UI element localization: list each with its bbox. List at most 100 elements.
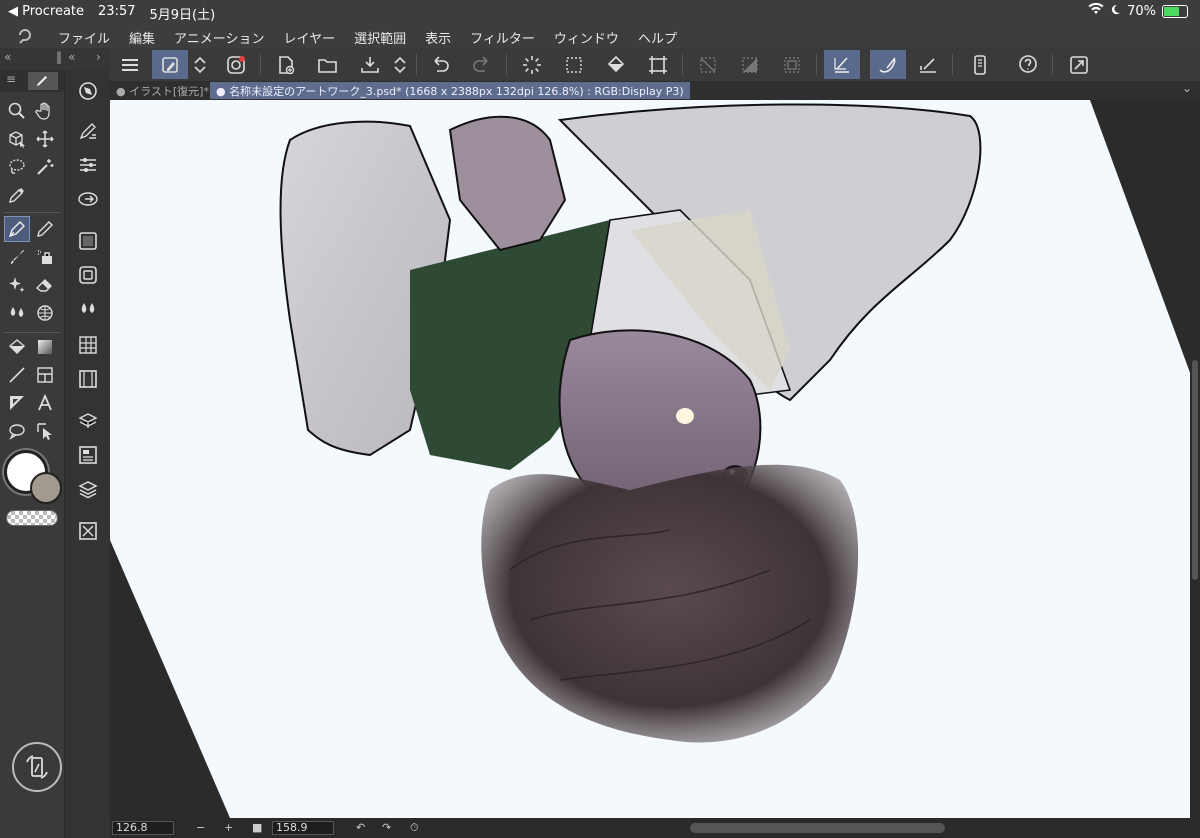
art-nose-highlight (676, 408, 694, 424)
canvas-area[interactable] (110, 100, 1200, 818)
pen-stabilizer-button[interactable] (824, 50, 860, 79)
pencil-tool[interactable] (32, 216, 58, 242)
menu-help[interactable]: ヘルプ (638, 28, 677, 47)
clear-selection-button[interactable] (556, 50, 592, 79)
eraser-tool[interactable] (32, 272, 58, 298)
menu-filter[interactable]: フィルター (470, 28, 535, 47)
eyedropper-tool[interactable] (4, 182, 30, 208)
rotate-canvas-button[interactable] (12, 742, 62, 792)
edit-mode-button[interactable] (152, 50, 188, 79)
move-tool[interactable] (32, 126, 58, 152)
artwork-canvas[interactable] (110, 100, 1200, 818)
new-file-button[interactable] (268, 50, 304, 79)
invert-selection-button[interactable] (732, 50, 768, 79)
magic-wand-tool[interactable] (32, 154, 58, 180)
object-tool[interactable] (4, 126, 30, 152)
fill-button[interactable] (598, 50, 634, 79)
menu-edit[interactable]: 編集 (129, 28, 155, 47)
reset-rotation-icon[interactable]: ⏱ (410, 821, 419, 835)
lasso-select-tool[interactable] (4, 154, 30, 180)
collapse-mid-icon[interactable]: « (68, 50, 75, 64)
pen-tool[interactable] (4, 216, 30, 242)
menu-animation[interactable]: アニメーション (174, 28, 264, 47)
text-tool[interactable] (32, 390, 58, 416)
active-tool-brush-icon[interactable] (28, 72, 58, 90)
liquify-tool[interactable] (32, 300, 58, 326)
operation-tool[interactable] (32, 418, 58, 444)
vertical-scrollbar[interactable] (1190, 100, 1200, 818)
gradient-tool[interactable] (32, 334, 58, 360)
menu-view[interactable]: 表示 (425, 28, 451, 47)
mode-stepper[interactable] (188, 50, 212, 79)
horizontal-scroll-thumb[interactable] (690, 823, 945, 833)
fullscreen-button[interactable] (1061, 50, 1097, 79)
zoom-tool[interactable] (4, 98, 30, 124)
save-button[interactable] (352, 50, 388, 79)
companion-mode-button[interactable] (218, 50, 254, 79)
selection-border-button[interactable] (774, 50, 810, 79)
brush-size-button[interactable] (75, 186, 101, 212)
speech-balloon-tool[interactable] (4, 418, 30, 444)
material-button[interactable] (75, 408, 101, 434)
airbrush-tool[interactable] (32, 244, 58, 270)
color-wheel-button[interactable] (75, 228, 101, 254)
brush-snap-button[interactable] (870, 50, 906, 79)
zoom-in-button[interactable]: + (224, 821, 233, 834)
zoom-out-button[interactable]: − (196, 821, 205, 834)
frame-border-tool[interactable] (32, 362, 58, 388)
sub-color-swatch[interactable] (30, 472, 62, 504)
ruler-tool[interactable] (4, 390, 30, 416)
smartphone-sync-button[interactable] (962, 50, 998, 79)
chevron-up-down-icon (394, 56, 406, 73)
rotate-left-icon[interactable]: ↶ (356, 821, 365, 834)
fit-screen-icon[interactable]: ■ (252, 821, 262, 834)
app-logo-icon[interactable] (16, 26, 34, 48)
rotation-angle-field[interactable]: 158.9 (272, 821, 334, 835)
menu-file[interactable]: ファイル (58, 28, 110, 47)
brush-tool[interactable] (4, 244, 30, 270)
sub-tool-button[interactable] (75, 118, 101, 144)
main-menu-button[interactable] (112, 50, 148, 79)
menu-layer[interactable]: レイヤー (284, 28, 336, 47)
tool-property-button[interactable] (75, 152, 101, 178)
menu-window[interactable]: ウィンドウ (554, 28, 619, 47)
line-tool[interactable] (4, 362, 30, 388)
color-set-button[interactable] (75, 332, 101, 358)
save-options-stepper[interactable] (388, 50, 412, 79)
menu-selection[interactable]: 選択範囲 (354, 28, 406, 47)
close-palette-button[interactable] (75, 518, 101, 544)
tab-illustration[interactable]: ● イラスト[復元]* (110, 82, 215, 99)
ruler-snap-button[interactable] (910, 50, 946, 79)
panel-grip-icon[interactable]: ‖ (56, 50, 62, 64)
tab-current-artwork[interactable]: ● 名称未設定のアートワーク_3.psd* (1668 x 2388px 132… (210, 82, 690, 99)
zoom-level-field[interactable]: 126.8 (112, 821, 174, 835)
help-button[interactable] (1010, 50, 1046, 79)
back-to-app-link[interactable]: ◀ Procreate (8, 4, 84, 23)
redo-button[interactable] (464, 50, 500, 79)
blend-tool[interactable] (4, 300, 30, 326)
tab-list-chevron-down-icon[interactable]: ⌄ (1182, 81, 1192, 95)
color-slider-button[interactable] (75, 262, 101, 288)
rotate-right-icon[interactable]: ↷ (382, 821, 391, 834)
animation-timeline-button[interactable] (75, 366, 101, 392)
loading-indicator-button[interactable] (514, 50, 550, 79)
fill-tool[interactable] (4, 334, 30, 360)
tool-menu-icon[interactable]: ≡ (6, 72, 16, 86)
film-strip-icon (79, 370, 97, 388)
toolbar-separator (952, 54, 953, 75)
deselect-button[interactable] (690, 50, 726, 79)
collapse-left-icon[interactable]: « (4, 50, 11, 64)
layer-button[interactable] (75, 476, 101, 502)
layers-icon (78, 481, 98, 499)
vertical-scroll-thumb[interactable] (1192, 360, 1198, 580)
decoration-tool[interactable] (4, 272, 30, 298)
undo-button[interactable] (422, 50, 458, 79)
navigator-button[interactable] (75, 78, 101, 104)
transparent-color-swatch[interactable] (6, 510, 58, 526)
transform-button[interactable] (640, 50, 676, 79)
color-mix-button[interactable] (75, 296, 101, 322)
hand-tool[interactable] (32, 98, 58, 124)
open-file-button[interactable] (310, 50, 346, 79)
layer-property-button[interactable] (75, 442, 101, 468)
expand-right-icon[interactable]: › (96, 50, 101, 64)
